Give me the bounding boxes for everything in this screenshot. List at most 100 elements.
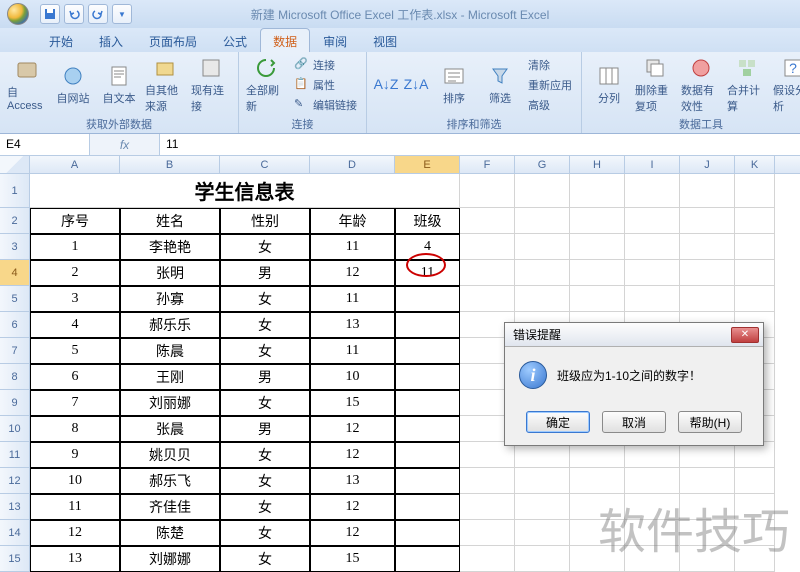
- clear-filter-button[interactable]: 清除: [525, 56, 575, 74]
- cell[interactable]: [735, 468, 775, 494]
- cell[interactable]: [570, 494, 625, 520]
- cell[interactable]: [735, 520, 775, 546]
- tab-insert[interactable]: 插入: [86, 28, 136, 52]
- cell[interactable]: [460, 546, 515, 572]
- cell[interactable]: [460, 260, 515, 286]
- cell[interactable]: 郝乐乐: [120, 312, 220, 338]
- col-head-g[interactable]: G: [515, 156, 570, 173]
- cell[interactable]: [625, 208, 680, 234]
- cell[interactable]: 女: [220, 520, 310, 546]
- cell[interactable]: 12: [310, 520, 395, 546]
- cell[interactable]: [680, 520, 735, 546]
- connections-button[interactable]: 🔗连接: [291, 56, 360, 74]
- cell[interactable]: 6: [30, 364, 120, 390]
- cell[interactable]: [570, 286, 625, 312]
- cell[interactable]: [395, 442, 460, 468]
- close-icon[interactable]: ✕: [731, 327, 759, 343]
- cell[interactable]: [625, 260, 680, 286]
- cell[interactable]: 9: [30, 442, 120, 468]
- cell[interactable]: [570, 174, 625, 208]
- qat-dropdown-icon[interactable]: ▼: [112, 4, 132, 24]
- cell[interactable]: 4: [30, 312, 120, 338]
- row-head[interactable]: 10: [0, 416, 30, 442]
- cell[interactable]: [395, 546, 460, 572]
- cell[interactable]: 女: [220, 234, 310, 260]
- cell[interactable]: 13: [310, 312, 395, 338]
- cell[interactable]: 11: [310, 286, 395, 312]
- row-head[interactable]: 2: [0, 208, 30, 234]
- cancel-button[interactable]: 取消: [602, 411, 666, 433]
- cell[interactable]: [680, 468, 735, 494]
- cell[interactable]: [570, 234, 625, 260]
- cell[interactable]: [680, 494, 735, 520]
- cell[interactable]: [735, 494, 775, 520]
- tab-pagelayout[interactable]: 页面布局: [136, 28, 210, 52]
- cell[interactable]: 8: [30, 416, 120, 442]
- cell[interactable]: [460, 468, 515, 494]
- cell[interactable]: 女: [220, 442, 310, 468]
- cell[interactable]: 12: [30, 520, 120, 546]
- cell[interactable]: 序号: [30, 208, 120, 234]
- tab-home[interactable]: 开始: [36, 28, 86, 52]
- cell[interactable]: 女: [220, 494, 310, 520]
- cell[interactable]: 陈晨: [120, 338, 220, 364]
- cell[interactable]: [460, 234, 515, 260]
- from-web-button[interactable]: 自网站: [52, 55, 94, 115]
- cell[interactable]: [625, 494, 680, 520]
- row-head[interactable]: 11: [0, 442, 30, 468]
- cell[interactable]: [735, 546, 775, 572]
- cell[interactable]: [735, 286, 775, 312]
- cell[interactable]: 11: [310, 234, 395, 260]
- cell[interactable]: [625, 546, 680, 572]
- cell[interactable]: [570, 520, 625, 546]
- col-head-h[interactable]: H: [570, 156, 625, 173]
- col-head-a[interactable]: A: [30, 156, 120, 173]
- cell[interactable]: 13: [310, 468, 395, 494]
- cell[interactable]: 女: [220, 286, 310, 312]
- cell[interactable]: [625, 174, 680, 208]
- cell[interactable]: [395, 338, 460, 364]
- col-head-i[interactable]: I: [625, 156, 680, 173]
- cell[interactable]: [680, 174, 735, 208]
- col-head-d[interactable]: D: [310, 156, 395, 173]
- cell[interactable]: 5: [30, 338, 120, 364]
- cell[interactable]: [395, 286, 460, 312]
- cell[interactable]: 孙寡: [120, 286, 220, 312]
- office-button[interactable]: [0, 0, 36, 28]
- from-other-button[interactable]: 自其他来源: [144, 55, 186, 115]
- cell[interactable]: 李艳艳: [120, 234, 220, 260]
- row-head[interactable]: 4: [0, 260, 30, 286]
- cell[interactable]: 3: [30, 286, 120, 312]
- row-head[interactable]: 5: [0, 286, 30, 312]
- row-head[interactable]: 13: [0, 494, 30, 520]
- cell[interactable]: 张明: [120, 260, 220, 286]
- undo-icon[interactable]: [64, 4, 84, 24]
- col-head-c[interactable]: C: [220, 156, 310, 173]
- advanced-button[interactable]: 高级: [525, 96, 575, 114]
- what-if-button[interactable]: ?假设分析: [772, 55, 800, 115]
- row-head[interactable]: 8: [0, 364, 30, 390]
- cell[interactable]: 4: [395, 234, 460, 260]
- from-access-button[interactable]: 自 Access: [6, 55, 48, 115]
- cell[interactable]: 女: [220, 546, 310, 572]
- filter-button[interactable]: 筛选: [479, 55, 521, 115]
- cell[interactable]: 齐佳佳: [120, 494, 220, 520]
- cell[interactable]: [460, 174, 515, 208]
- cell[interactable]: 郝乐飞: [120, 468, 220, 494]
- cell[interactable]: 15: [310, 390, 395, 416]
- cell[interactable]: [735, 260, 775, 286]
- cell[interactable]: 10: [310, 364, 395, 390]
- cell[interactable]: [395, 520, 460, 546]
- remove-dup-button[interactable]: 删除重复项: [634, 55, 676, 115]
- cell[interactable]: 男: [220, 416, 310, 442]
- cell[interactable]: [395, 364, 460, 390]
- cell[interactable]: [515, 174, 570, 208]
- formula-input[interactable]: 11: [160, 134, 800, 155]
- cell[interactable]: [735, 234, 775, 260]
- tab-review[interactable]: 审阅: [310, 28, 360, 52]
- cell[interactable]: 12: [310, 442, 395, 468]
- row-head[interactable]: 1: [0, 174, 30, 208]
- cell[interactable]: [460, 520, 515, 546]
- cell[interactable]: [515, 546, 570, 572]
- cell[interactable]: [515, 520, 570, 546]
